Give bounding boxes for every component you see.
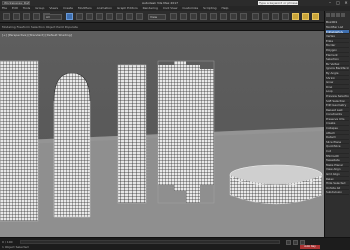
select-object-icon[interactable] — [66, 13, 73, 20]
link-icon[interactable] — [23, 13, 30, 20]
maximize-button[interactable]: □ — [336, 1, 340, 5]
rectangle-selection-icon[interactable] — [86, 13, 93, 20]
align-icon[interactable] — [240, 13, 247, 20]
schematic-view-icon[interactable] — [272, 13, 279, 20]
stepped-tower[interactable] — [157, 60, 215, 204]
go-to-start-icon[interactable] — [286, 240, 291, 245]
slab-tower[interactable] — [117, 64, 147, 204]
play-icon[interactable] — [293, 240, 298, 245]
layer-manager-icon[interactable] — [252, 13, 259, 20]
perspective-viewport[interactable]: [+] [Perspective] [Standard] [Default Sh… — [0, 31, 324, 237]
curve-editor-icon[interactable] — [262, 13, 269, 20]
select-scale-icon[interactable] — [126, 13, 133, 20]
hierarchy-tab-icon[interactable] — [336, 13, 340, 17]
named-selection-icon[interactable] — [220, 13, 227, 20]
pivot-center-icon[interactable] — [170, 13, 177, 20]
minimize-button[interactable]: – — [328, 1, 332, 5]
render-frame-icon[interactable] — [302, 13, 309, 20]
selection-tools-group — [66, 13, 143, 21]
tower-block-1[interactable] — [0, 60, 39, 222]
search-input[interactable]: Type a keyword or phrase — [258, 1, 298, 5]
oval-ring-building[interactable] — [229, 164, 323, 205]
time-slider[interactable] — [20, 240, 280, 244]
render-setup-icon[interactable] — [292, 13, 299, 20]
command-panel-tabs — [325, 11, 350, 19]
render-tools-group — [252, 13, 319, 21]
main-toolbar: All View — [0, 11, 350, 23]
undo-redo-group — [3, 13, 50, 21]
window-title: Autodesk 3ds Max 2017 — [141, 1, 179, 5]
place-icon[interactable] — [136, 13, 143, 20]
mirror-icon[interactable] — [230, 13, 237, 20]
select-move-icon[interactable] — [106, 13, 113, 20]
modeling-ribbon: Modeling Freeform Selection Object Paint… — [0, 23, 324, 31]
workspace-dropdown[interactable]: Workspaces: Default — [2, 1, 30, 5]
modify-tab-icon[interactable] — [331, 13, 335, 17]
snaps-toggle-icon[interactable] — [180, 13, 187, 20]
frame-counter: 0 / 100 — [2, 240, 13, 244]
reference-coordinate-dropdown[interactable]: View — [148, 14, 166, 20]
select-by-name-icon[interactable] — [76, 13, 83, 20]
selection-filter-dropdown[interactable]: All — [44, 14, 62, 20]
select-rotate-icon[interactable] — [116, 13, 123, 20]
percent-snap-icon[interactable] — [200, 13, 207, 20]
redo-icon[interactable] — [13, 13, 20, 20]
command-panel: Box001 Modifier List EditablePoly Vertex… — [324, 11, 350, 237]
capsule-tower[interactable] — [53, 72, 91, 218]
auto-key-button[interactable]: Auto Key — [300, 245, 320, 249]
snap-tools-group — [170, 13, 247, 21]
undo-icon[interactable] — [3, 13, 10, 20]
render-production-icon[interactable] — [312, 13, 319, 20]
window-crossing-icon[interactable] — [96, 13, 103, 20]
viewport-scene — [0, 31, 324, 237]
viewport-label[interactable]: [+] [Perspective] [Standard] [Default Sh… — [2, 33, 72, 37]
close-button[interactable]: ✕ — [344, 1, 348, 5]
unlink-icon[interactable] — [33, 13, 40, 20]
status-text: 1 Object Selected — [2, 245, 29, 249]
timeline-bar: 0 / 100 1 Object Selected Auto Key — [0, 237, 350, 250]
create-tab-icon[interactable] — [326, 13, 330, 17]
spinner-snap-icon[interactable] — [210, 13, 217, 20]
ribbon-tabs[interactable]: Modeling Freeform Selection Object Paint… — [2, 25, 78, 29]
motion-tab-icon[interactable] — [341, 13, 345, 17]
angle-snap-icon[interactable] — [190, 13, 197, 20]
modifier-item[interactable]: Subdivision — [326, 190, 349, 195]
modifier-stack: Modifier List EditablePoly Vertex Edge B… — [325, 25, 350, 195]
material-editor-icon[interactable] — [282, 13, 289, 20]
